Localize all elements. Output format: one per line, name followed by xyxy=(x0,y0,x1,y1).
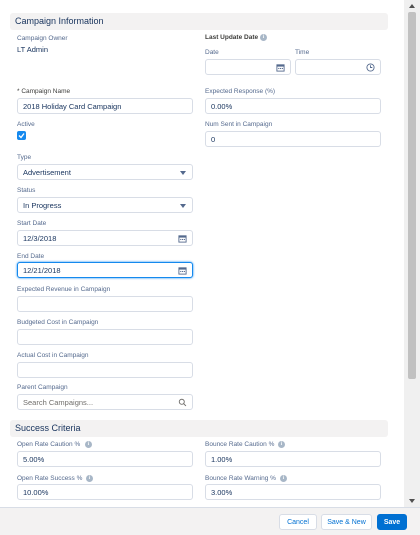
save-button[interactable]: Save xyxy=(377,514,407,530)
status-value: In Progress xyxy=(23,201,62,210)
actual-cost-input[interactable] xyxy=(17,362,193,378)
open-rate-success-label: Open Rate Success % xyxy=(17,475,83,482)
vertical-scrollbar[interactable] xyxy=(404,0,420,507)
parent-campaign-search-input[interactable]: Search Campaigns... xyxy=(17,394,193,410)
campaign-owner-label: Campaign Owner xyxy=(17,35,68,42)
date-label: Date xyxy=(205,49,219,56)
active-label: Active xyxy=(17,121,35,128)
parent-campaign-label: Parent Campaign xyxy=(17,384,68,391)
cancel-button[interactable]: Cancel xyxy=(279,514,317,530)
end-date-input[interactable]: 12/21/2018 xyxy=(17,262,193,278)
bounce-rate-caution-label: Bounce Rate Caution % xyxy=(205,441,275,448)
bounce-rate-warning-label: Bounce Rate Warning % xyxy=(205,475,276,482)
start-date-label: Start Date xyxy=(17,220,47,227)
end-date-value: 12/21/2018 xyxy=(23,266,61,275)
type-value: Advertisement xyxy=(23,168,71,177)
start-date-input[interactable]: 12/3/2018 xyxy=(17,230,193,246)
calendar-icon[interactable] xyxy=(178,266,187,275)
time-input[interactable] xyxy=(295,59,381,75)
expected-revenue-label: Expected Revenue in Campaign xyxy=(17,286,111,293)
save-and-new-button[interactable]: Save & New xyxy=(321,514,372,530)
clock-icon[interactable] xyxy=(366,63,375,72)
calendar-icon[interactable] xyxy=(276,63,285,72)
info-icon[interactable]: i xyxy=(86,475,93,482)
calendar-icon[interactable] xyxy=(178,234,187,243)
open-rate-caution-label: Open Rate Caution % xyxy=(17,441,81,448)
date-input[interactable] xyxy=(205,59,291,75)
status-select[interactable]: In Progress xyxy=(17,197,193,213)
scroll-up-arrow-icon[interactable] xyxy=(409,4,415,8)
campaign-owner-value[interactable]: LT Admin xyxy=(17,45,48,54)
budgeted-cost-input[interactable] xyxy=(17,329,193,345)
last-update-date-label: Last Update Date xyxy=(205,34,259,41)
expected-revenue-input[interactable] xyxy=(17,296,193,312)
open-rate-success-input[interactable]: 10.00% xyxy=(17,484,193,500)
type-select[interactable]: Advertisement xyxy=(17,164,193,180)
bounce-rate-warning-value: 3.00% xyxy=(211,488,233,497)
status-label: Status xyxy=(17,187,36,194)
checkmark-icon xyxy=(18,133,25,139)
scrollbar-thumb[interactable] xyxy=(408,12,416,379)
info-icon[interactable]: i xyxy=(280,475,287,482)
actual-cost-label: Actual Cost in Campaign xyxy=(17,352,89,359)
start-date-value: 12/3/2018 xyxy=(23,234,57,243)
section-header-success-criteria: Success Criteria xyxy=(10,420,388,437)
num-sent-label: Num Sent in Campaign xyxy=(205,121,273,128)
active-checkbox[interactable] xyxy=(17,131,26,140)
campaign-name-label: * Campaign Name xyxy=(17,88,71,95)
num-sent-value: 0 xyxy=(211,135,216,144)
campaign-name-value: 2018 Holiday Card Campaign xyxy=(23,102,122,111)
bounce-rate-caution-value: 1.00% xyxy=(211,455,233,464)
campaign-name-input[interactable]: 2018 Holiday Card Campaign xyxy=(17,98,193,114)
info-icon[interactable]: i xyxy=(278,441,285,448)
expected-response-label: Expected Response (%) xyxy=(205,88,276,95)
info-icon[interactable]: i xyxy=(260,34,267,41)
form-scroll-area: Campaign Information Campaign Owner LT A… xyxy=(0,0,404,507)
bounce-rate-warning-input[interactable]: 3.00% xyxy=(205,484,381,500)
chevron-down-icon xyxy=(180,171,186,175)
budgeted-cost-label: Budgeted Cost in Campaign xyxy=(17,319,99,326)
search-icon xyxy=(178,398,187,407)
parent-campaign-placeholder: Search Campaigns... xyxy=(23,398,94,407)
type-label: Type xyxy=(17,154,32,161)
end-date-label: End Date xyxy=(17,253,45,260)
open-rate-success-value: 10.00% xyxy=(23,488,49,497)
num-sent-input[interactable]: 0 xyxy=(205,131,381,147)
info-icon[interactable]: i xyxy=(85,441,92,448)
chevron-down-icon xyxy=(180,204,186,208)
scroll-down-arrow-icon[interactable] xyxy=(409,499,415,503)
expected-response-value: 0.00% xyxy=(211,102,233,111)
bounce-rate-caution-input[interactable]: 1.00% xyxy=(205,451,381,467)
time-label: Time xyxy=(295,49,310,56)
expected-response-input[interactable]: 0.00% xyxy=(205,98,381,114)
open-rate-caution-value: 5.00% xyxy=(23,455,45,464)
section-header-campaign-information: Campaign Information xyxy=(10,13,388,30)
modal-footer: Cancel Save & New Save xyxy=(0,507,420,535)
open-rate-caution-input[interactable]: 5.00% xyxy=(17,451,193,467)
